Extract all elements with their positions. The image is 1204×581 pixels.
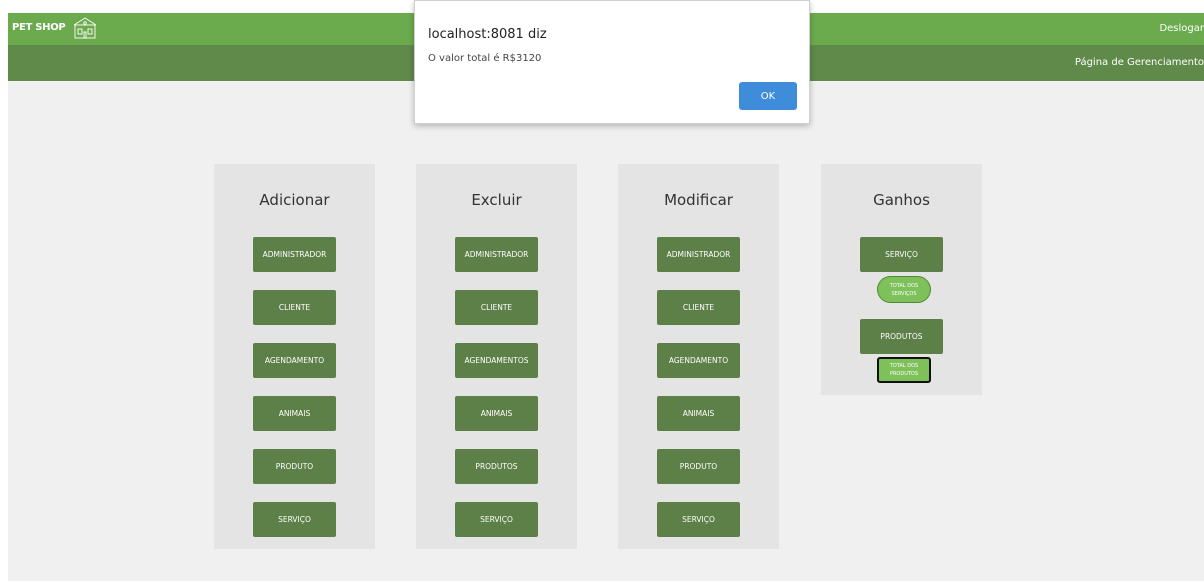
logout-link[interactable]: Deslogar — [1159, 23, 1204, 34]
edit-cliente-button[interactable]: CLIENTE — [657, 290, 740, 325]
total-services-button[interactable]: TOTAL DOS SERVIÇOS — [877, 276, 931, 303]
total-products-button[interactable]: TOTAL DOS PRODUTOS — [877, 357, 931, 383]
total-services-label-line2: SERVIÇOS — [891, 290, 917, 297]
panel-title: Ganhos — [873, 191, 930, 209]
total-products-label-line1: TOTAL DOS — [889, 363, 919, 369]
page: PET SHOP Deslogar Página de Gerenciament… — [0, 0, 1204, 581]
edit-agendamento-button[interactable]: AGENDAMENTO — [657, 343, 740, 378]
delete-administrador-button[interactable]: ADMINISTRADOR — [455, 237, 538, 272]
pet-shop-logo-icon — [73, 17, 97, 39]
panel-title: Modificar — [664, 191, 733, 209]
add-cliente-button[interactable]: CLIENTE — [253, 290, 336, 325]
delete-produtos-button[interactable]: PRODUTOS — [455, 449, 538, 484]
add-agendamento-button[interactable]: AGENDAMENTO — [253, 343, 336, 378]
edit-animais-button[interactable]: ANIMAIS — [657, 396, 740, 431]
total-products-label-line2: PRODUTOS — [889, 371, 919, 377]
add-produto-button[interactable]: PRODUTO — [253, 449, 336, 484]
alert-dialog: localhost:8081 diz O valor total é R$312… — [414, 0, 810, 124]
panel-adicionar: Adicionar ADMINISTRADOR CLIENTE AGENDAME… — [214, 164, 375, 549]
edit-servico-button[interactable]: SERVIÇO — [657, 502, 740, 537]
edit-produto-button[interactable]: PRODUTO — [657, 449, 740, 484]
dialog-title: localhost:8081 diz — [428, 27, 547, 42]
add-animais-button[interactable]: ANIMAIS — [253, 396, 336, 431]
panel-title: Adicionar — [259, 191, 330, 209]
panel-title: Excluir — [471, 191, 522, 209]
add-administrador-button[interactable]: ADMINISTRADOR — [253, 237, 336, 272]
page-title: Página de Gerenciamento — [1074, 57, 1204, 68]
services-earnings-button[interactable]: SERVIÇO — [860, 237, 943, 272]
dialog-message: O valor total é R$3120 — [428, 53, 542, 64]
panel-ganhos: Ganhos SERVIÇO TOTAL DOS SERVIÇOS PRODUT… — [821, 164, 982, 395]
panel-excluir: Excluir ADMINISTRADOR CLIENTE AGENDAMENT… — [416, 164, 577, 549]
edit-administrador-button[interactable]: ADMINISTRADOR — [657, 237, 740, 272]
delete-cliente-button[interactable]: CLIENTE — [455, 290, 538, 325]
products-earnings-button[interactable]: PRODUTOS — [860, 319, 943, 354]
delete-agendamentos-button[interactable]: AGENDAMENTOS — [455, 343, 538, 378]
brand-name[interactable]: PET SHOP — [12, 22, 66, 33]
ok-button[interactable]: OK — [739, 82, 797, 110]
delete-servico-button[interactable]: SERVIÇO — [455, 502, 538, 537]
add-servico-button[interactable]: SERVIÇO — [253, 502, 336, 537]
delete-animais-button[interactable]: ANIMAIS — [455, 396, 538, 431]
total-services-label-line1: TOTAL DOS — [889, 282, 919, 289]
panel-modificar: Modificar ADMINISTRADOR CLIENTE AGENDAME… — [618, 164, 779, 549]
